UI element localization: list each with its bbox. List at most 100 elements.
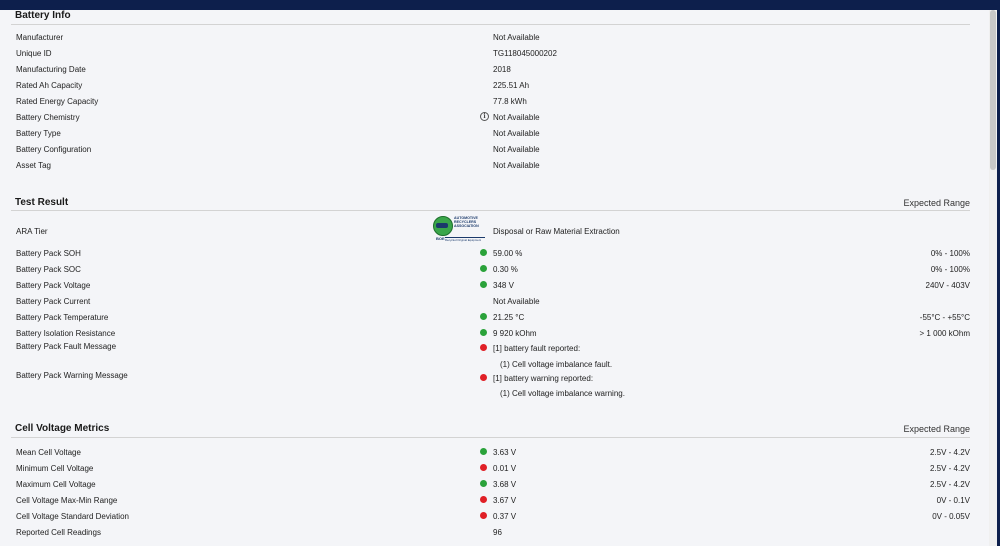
status-ok-dot xyxy=(480,480,487,487)
row-range: > 1 000 kOhm xyxy=(919,329,970,338)
row-value: Not Available xyxy=(493,297,540,306)
info-row-manufacturer: Manufacturer Not Available xyxy=(0,33,988,47)
row-label: Manufacturing Date xyxy=(16,65,86,74)
warning-message-value: [1] battery warning reported: xyxy=(0,374,988,388)
top-navigation-bar xyxy=(0,0,1000,10)
result-row-ara-tier: ARA Tier Disposal or Raw Material Extrac… xyxy=(0,227,988,241)
row-value: [1] battery warning reported: xyxy=(493,374,594,383)
row-label: Battery Pack Current xyxy=(16,297,91,306)
status-ok-dot xyxy=(480,265,487,272)
result-row-current: Battery Pack Current Not Available xyxy=(0,297,988,311)
row-value: 96 xyxy=(493,528,502,537)
status-ok-dot xyxy=(480,281,487,288)
info-row-manufacturing-date: Manufacturing Date 2018 xyxy=(0,65,988,79)
row-range: 2.5V - 4.2V xyxy=(929,448,970,457)
battery-info-divider xyxy=(11,24,970,25)
scrollbar[interactable] xyxy=(989,10,997,546)
cell-row-mean: Mean Cell Voltage 3.63 V 2.5V - 4.2V xyxy=(0,448,988,462)
row-label: Battery Configuration xyxy=(16,145,92,154)
row-label: Battery Chemistry xyxy=(16,113,80,122)
ara-logo-tagline: Recycled Original Equipment xyxy=(445,237,485,242)
row-value: 0.37 V xyxy=(493,512,517,521)
row-value: 0.01 V xyxy=(493,464,517,473)
row-value: 9 920 kOhm xyxy=(493,329,537,338)
row-label: Rated Ah Capacity xyxy=(16,81,83,90)
status-ok-dot xyxy=(480,249,487,256)
battery-report: Battery Info Manufacturer Not Available … xyxy=(0,10,988,546)
status-alert-dot xyxy=(480,344,487,351)
status-ok-dot xyxy=(480,313,487,320)
row-value: 77.8 kWh xyxy=(493,97,527,106)
ara-logo: AUTOMOTIVE RECYCLERS ASSOCIATION BOE Rec… xyxy=(431,215,487,245)
row-label: Battery Pack Voltage xyxy=(16,281,91,290)
row-label: Battery Isolation Resistance xyxy=(16,329,116,338)
row-label: Battery Pack Temperature xyxy=(16,313,109,322)
row-range: 2.5V - 4.2V xyxy=(929,464,970,473)
row-value: 348 V xyxy=(493,281,514,290)
expected-range-header: Expected Range xyxy=(903,424,970,434)
row-label: ARA Tier xyxy=(16,227,48,236)
status-ok-dot xyxy=(480,329,487,336)
row-range: -55°C - +55°C xyxy=(919,313,970,322)
row-value: 3.67 V xyxy=(493,496,517,505)
car-icon xyxy=(436,223,448,228)
cell-row-maximum: Maximum Cell Voltage 3.68 V 2.5V - 4.2V xyxy=(0,480,988,494)
row-value: 2018 xyxy=(493,65,511,74)
result-row-voltage: Battery Pack Voltage 348 V 240V - 403V xyxy=(0,281,988,295)
row-value: 59.00 % xyxy=(493,249,523,258)
row-value: [1] battery fault reported: xyxy=(493,344,581,353)
result-row-temperature: Battery Pack Temperature 21.25 °C -55°C … xyxy=(0,313,988,327)
cell-row-minimum: Minimum Cell Voltage 0.01 V 2.5V - 4.2V xyxy=(0,464,988,478)
cell-voltage-title: Cell Voltage Metrics xyxy=(15,423,110,434)
cell-row-std-deviation: Cell Voltage Standard Deviation 0.37 V 0… xyxy=(0,512,988,526)
status-alert-dot xyxy=(480,464,487,471)
row-label: Manufacturer xyxy=(16,33,64,42)
fault-detail: (1) Cell voltage imbalance fault. xyxy=(500,360,613,369)
info-row-battery-type: Battery Type Not Available xyxy=(0,129,988,143)
row-range: 0V - 0.05V xyxy=(932,512,970,521)
row-label: Cell Voltage Standard Deviation xyxy=(16,512,129,521)
row-value: Not Available xyxy=(493,113,540,122)
row-range: 2.5V - 4.2V xyxy=(929,480,970,489)
result-row-soh: Battery Pack SOH 59.00 % 0% - 100% xyxy=(0,249,988,263)
row-value: Not Available xyxy=(493,161,540,170)
fault-message-value: [1] battery fault reported: xyxy=(0,344,988,358)
row-value: 225.51 Ah xyxy=(493,81,530,90)
row-range: 0% - 100% xyxy=(930,265,970,274)
warning-detail: (1) Cell voltage imbalance warning. xyxy=(500,389,625,398)
status-ok-dot xyxy=(480,448,487,455)
result-row-soc: Battery Pack SOC 0.30 % 0% - 100% xyxy=(0,265,988,279)
row-label: Battery Pack SOC xyxy=(16,265,81,274)
expected-range-header: Expected Range xyxy=(903,198,970,208)
status-alert-dot xyxy=(480,512,487,519)
status-alert-dot xyxy=(480,374,487,381)
status-alert-dot xyxy=(480,496,487,503)
info-row-unique-id: Unique ID TG118045000202 xyxy=(0,49,988,63)
ara-logo-code: BOE xyxy=(436,236,445,241)
row-label: Rated Energy Capacity xyxy=(16,97,99,106)
test-result-divider xyxy=(11,210,970,211)
row-value: 3.63 V xyxy=(493,448,517,457)
row-value: Not Available xyxy=(493,33,540,42)
row-label: Reported Cell Readings xyxy=(16,528,101,537)
row-value: Not Available xyxy=(493,129,540,138)
info-row-battery-chemistry: Battery Chemistry i Not Available xyxy=(0,112,988,127)
info-row-battery-configuration: Battery Configuration Not Available xyxy=(0,145,988,159)
row-label: Maximum Cell Voltage xyxy=(16,480,96,489)
row-label: Battery Pack SOH xyxy=(16,249,81,258)
row-label: Minimum Cell Voltage xyxy=(16,464,94,473)
row-label: Asset Tag xyxy=(16,161,51,170)
result-row-isolation: Battery Isolation Resistance 9 920 kOhm … xyxy=(0,329,988,343)
row-range: 0V - 0.1V xyxy=(936,496,970,505)
info-row-rated-ah-capacity: Rated Ah Capacity 225.51 Ah xyxy=(0,81,988,95)
info-icon[interactable]: i xyxy=(480,112,489,121)
row-label: Mean Cell Voltage xyxy=(16,448,81,457)
row-value: 0.30 % xyxy=(493,265,518,274)
row-value: 3.68 V xyxy=(493,480,517,489)
scroll-thumb[interactable] xyxy=(990,10,996,170)
row-value: Not Available xyxy=(493,145,540,154)
battery-info-title: Battery Info xyxy=(15,10,71,21)
info-row-rated-energy-capacity: Rated Energy Capacity 77.8 kWh xyxy=(0,97,988,111)
row-label: Cell Voltage Max-Min Range xyxy=(16,496,118,505)
ara-logo-text: AUTOMOTIVE RECYCLERS ASSOCIATION xyxy=(454,216,479,228)
